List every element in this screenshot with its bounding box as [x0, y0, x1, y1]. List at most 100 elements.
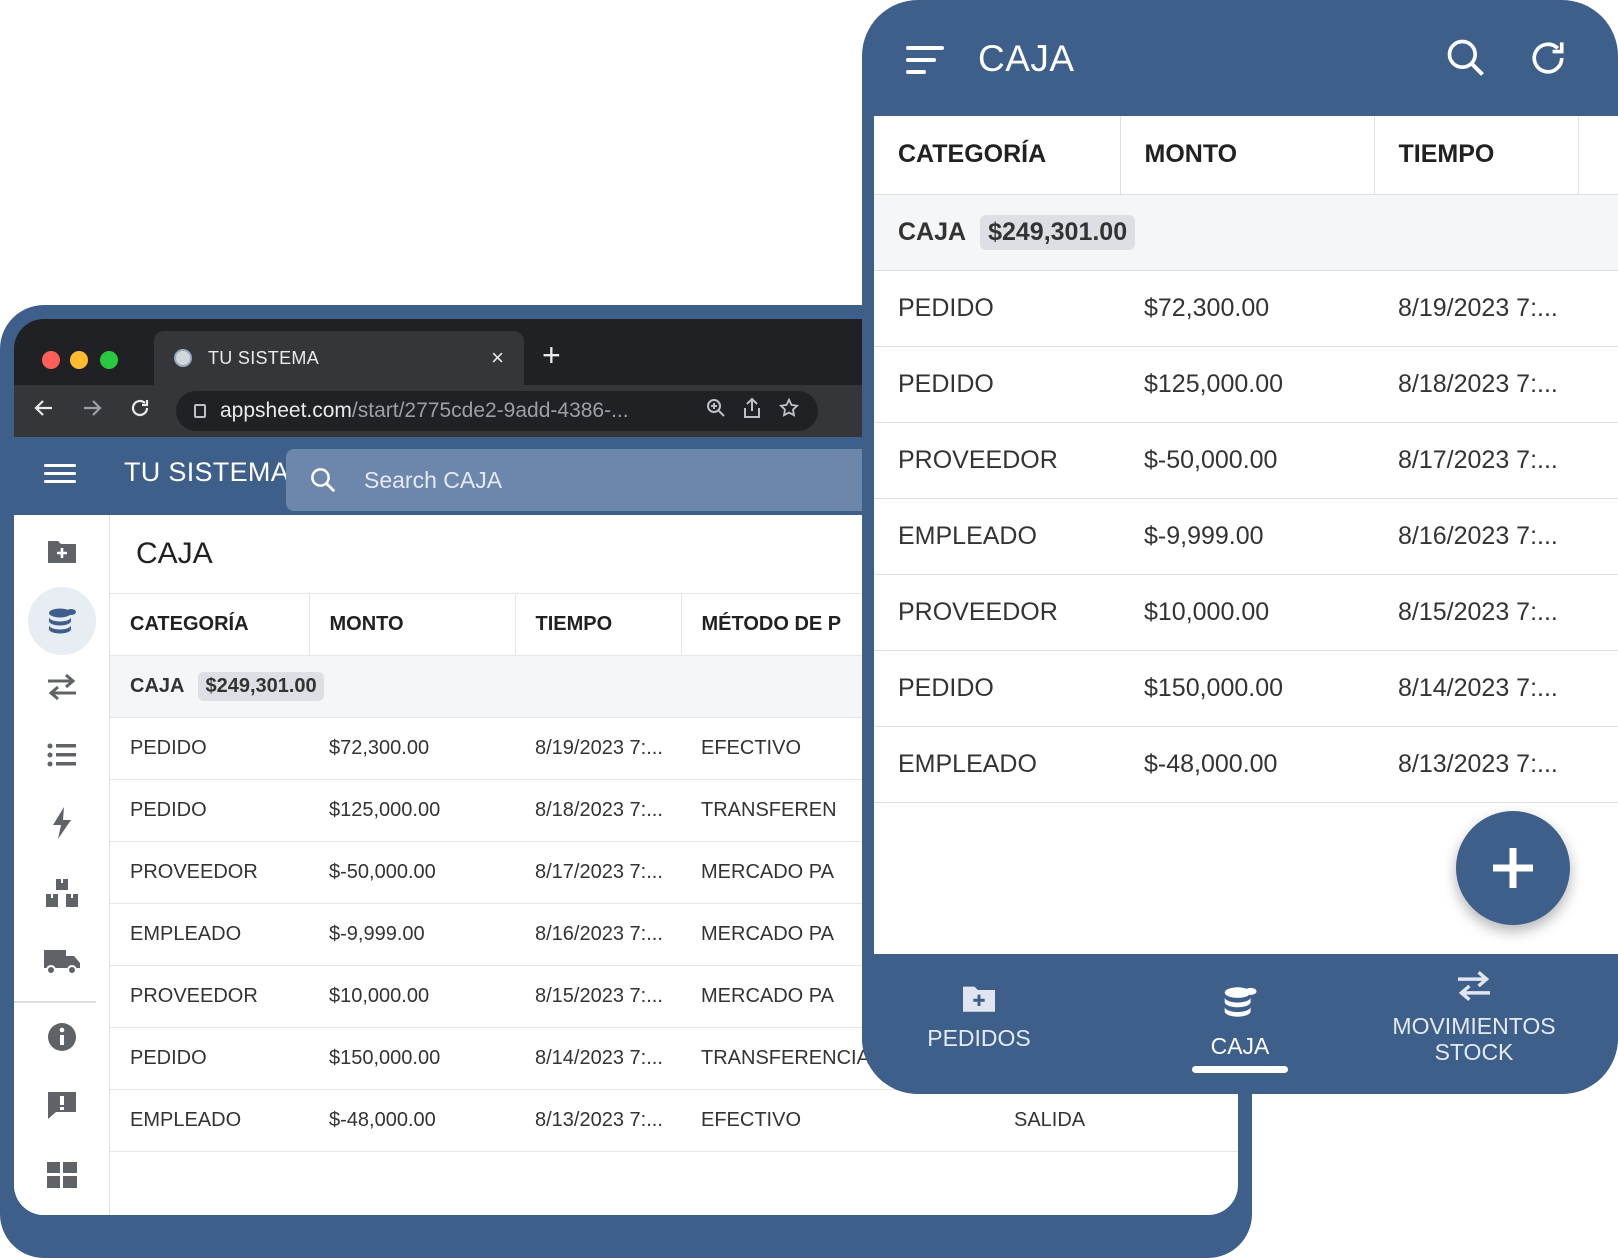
- table-row[interactable]: PROVEEDOR $-50,000.00 8/17/2023 7:...: [874, 422, 1618, 499]
- cell-tiempo: 8/16/2023 7:...: [515, 903, 681, 966]
- browser-tab[interactable]: TU SISTEMA ×: [154, 331, 524, 385]
- cell-more: [1578, 498, 1618, 575]
- cell-categoria: PROVEEDOR: [874, 574, 1120, 651]
- coins-icon[interactable]: [28, 587, 96, 655]
- table-row[interactable]: EMPLEADO $-48,000.00 8/13/2023 7:...: [874, 726, 1618, 803]
- zoom-icon[interactable]: [706, 398, 726, 424]
- cell-more: [1578, 726, 1618, 803]
- cell-categoria: EMPLEADO: [110, 903, 309, 966]
- cell-more: [1578, 650, 1618, 727]
- folder-plus-icon: [963, 986, 995, 1012]
- sort-menu-icon[interactable]: [906, 46, 944, 82]
- close-window-button[interactable]: [42, 351, 60, 369]
- cell-monto: $150,000.00: [309, 1027, 515, 1090]
- bottom-navigation: PEDIDOS CAJA MOVIMIENTOS STOCK: [862, 954, 1618, 1094]
- cell-monto: $-50,000.00: [309, 841, 515, 904]
- forward-icon[interactable]: [68, 396, 116, 427]
- cell-monto: $-50,000.00: [1120, 422, 1374, 499]
- cell-categoria: PEDIDO: [110, 779, 309, 842]
- cell-tiempo: 8/13/2023 7:...: [1374, 726, 1578, 803]
- new-tab-button[interactable]: +: [542, 339, 561, 371]
- group-row[interactable]: CAJA $249,301.00: [874, 194, 1618, 271]
- grid-icon[interactable]: [36, 1149, 88, 1201]
- feedback-icon[interactable]: [36, 1079, 88, 1131]
- add-button[interactable]: [1456, 811, 1570, 925]
- lock-icon: [194, 404, 206, 418]
- table-row[interactable]: PEDIDO $150,000.00 8/14/2023 7:...: [874, 650, 1618, 727]
- table-row[interactable]: PROVEEDOR $10,000.00 8/15/2023 7:...: [874, 574, 1618, 651]
- group-total-badge: $249,301.00: [198, 672, 324, 701]
- app-title: TU SISTEMA: [124, 457, 290, 487]
- cell-tiempo: 8/15/2023 7:...: [1374, 574, 1578, 651]
- cell-tiempo: 8/17/2023 7:...: [515, 841, 681, 904]
- group-header: CAJA $249,301.00: [874, 194, 1618, 271]
- cell-categoria: PEDIDO: [874, 346, 1120, 423]
- info-icon[interactable]: [36, 1011, 88, 1063]
- list-icon[interactable]: [36, 729, 88, 781]
- nav-item-movimientos-stock[interactable]: MOVIMIENTOS STOCK: [1374, 970, 1574, 1065]
- cell-monto: $72,300.00: [1120, 270, 1374, 347]
- transfer-arrows-icon[interactable]: [36, 661, 88, 713]
- cell-monto: $10,000.00: [309, 965, 515, 1028]
- table-row[interactable]: PEDIDO $125,000.00 8/18/2023 7:...: [874, 346, 1618, 423]
- cell-categoria: PROVEEDOR: [110, 841, 309, 904]
- menu-icon[interactable]: [44, 459, 76, 491]
- cell-monto: $10,000.00: [1120, 574, 1374, 651]
- cell-tiempo: 8/14/2023 7:...: [515, 1027, 681, 1090]
- cell-monto: $-48,000.00: [1120, 726, 1374, 803]
- refresh-icon[interactable]: [1526, 36, 1570, 85]
- star-icon[interactable]: [778, 397, 800, 425]
- cell-categoria: EMPLEADO: [874, 498, 1120, 575]
- column-header-monto[interactable]: MONTO: [309, 593, 516, 656]
- cell-monto: $-48,000.00: [309, 1089, 515, 1152]
- cell-categoria: PEDIDO: [874, 270, 1120, 347]
- cell-categoria: PROVEEDOR: [110, 965, 309, 1028]
- column-header-tiempo[interactable]: TIEMPO: [1374, 116, 1579, 195]
- view-title: CAJA: [978, 38, 1075, 79]
- lightning-icon[interactable]: [36, 797, 88, 849]
- truck-icon[interactable]: [36, 935, 88, 987]
- transfer-arrows-icon: [1458, 970, 1490, 1002]
- cell-extra: SALIDA: [994, 1089, 1238, 1152]
- mobile-app-window: CAJA CATEGORÍA MONTO TIEMPO CAJA $249,301…: [862, 0, 1618, 1094]
- cell-metodo: EFECTIVO: [681, 1089, 994, 1152]
- search-placeholder: Search CAJA: [364, 466, 503, 493]
- cell-monto: $72,300.00: [309, 717, 515, 780]
- search-icon[interactable]: [1444, 36, 1488, 85]
- cell-tiempo: 8/15/2023 7:...: [515, 965, 681, 1028]
- url-text: appsheet.com/start/2775cde2-9add-4386-..…: [220, 399, 629, 422]
- maximize-window-button[interactable]: [100, 351, 118, 369]
- table-row[interactable]: PEDIDO $72,300.00 8/19/2023 7:...: [874, 270, 1618, 347]
- cell-categoria: PROVEEDOR: [874, 422, 1120, 499]
- caja-table-mobile: CATEGORÍA MONTO TIEMPO CAJA $249,301.00 PE…: [874, 116, 1618, 803]
- column-header-tiempo[interactable]: TIEMPO: [515, 593, 682, 656]
- url-bar[interactable]: appsheet.com/start/2775cde2-9add-4386-..…: [176, 391, 818, 431]
- column-header-more: [1578, 116, 1618, 195]
- tab-close-button[interactable]: ×: [491, 345, 504, 371]
- cell-more: [1578, 346, 1618, 423]
- cell-categoria: PEDIDO: [874, 650, 1120, 727]
- folder-plus-icon[interactable]: [36, 525, 88, 577]
- coins-icon: [1224, 987, 1257, 1017]
- nav-item-caja[interactable]: CAJA: [1140, 982, 1340, 1059]
- column-header-categoria[interactable]: CATEGORÍA: [110, 593, 310, 656]
- cell-categoria: EMPLEADO: [874, 726, 1120, 803]
- cell-more: [1578, 270, 1618, 347]
- cell-tiempo: 8/18/2023 7:...: [515, 779, 681, 842]
- view-title: CAJA: [136, 537, 213, 570]
- nav-item-pedidos[interactable]: PEDIDOS: [879, 982, 1079, 1051]
- cell-categoria: PEDIDO: [110, 717, 309, 780]
- table-row[interactable]: EMPLEADO $-48,000.00 8/13/2023 7:... EFECTI…: [110, 1089, 1238, 1152]
- cell-monto: $-9,999.00: [309, 903, 515, 966]
- reload-icon[interactable]: [116, 396, 164, 427]
- cell-tiempo: 8/19/2023 7:...: [515, 717, 681, 780]
- share-icon[interactable]: [742, 397, 762, 425]
- back-icon[interactable]: [20, 396, 68, 427]
- column-header-monto[interactable]: MONTO: [1120, 116, 1375, 195]
- cell-more: [1578, 422, 1618, 499]
- table-row[interactable]: EMPLEADO $-9,999.00 8/16/2023 7:...: [874, 498, 1618, 575]
- boxes-icon[interactable]: [36, 867, 88, 919]
- minimize-window-button[interactable]: [70, 351, 88, 369]
- column-header-categoria[interactable]: CATEGORÍA: [874, 116, 1121, 195]
- active-tab-indicator: [1192, 1066, 1288, 1073]
